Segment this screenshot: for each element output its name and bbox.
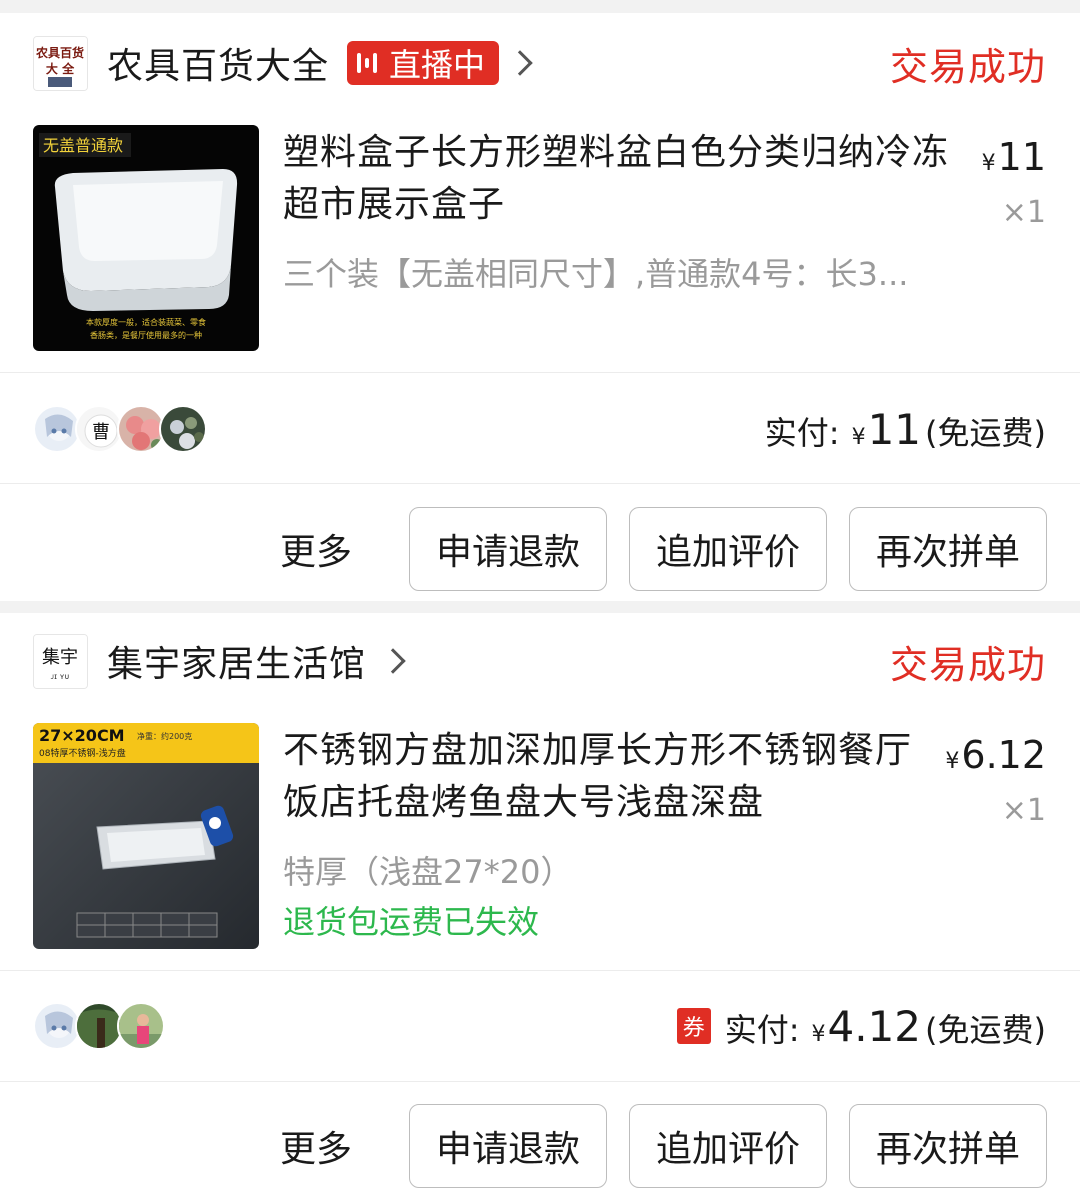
more-button[interactable]: 更多 [280,1120,352,1172]
avatar [75,1002,123,1050]
refund-button[interactable]: 申请退款 [409,507,607,591]
svg-text:曹: 曹 [92,422,110,443]
avatar: 曹 [75,405,123,453]
group-avatars[interactable]: 曹 [33,405,207,453]
product-thumbnail[interactable]: 无盖普通款 本款厚度一般，适合装蔬菜、零食 香肠类，是餐厅使用最多的一种 [33,125,259,351]
svg-text:27×20CM: 27×20CM [39,726,125,745]
refund-button[interactable]: 申请退款 [409,1104,607,1188]
svg-text:08特厚不锈钢-浅方盘: 08特厚不锈钢-浅方盘 [39,747,126,759]
quantity: ×1 [1001,195,1046,230]
divider [0,372,1080,373]
avatar [159,405,207,453]
group-avatars[interactable] [33,1002,165,1050]
product-spec: 三个装【无盖相同尺寸】,普通款4号：长3... [283,255,909,293]
order-card: 集宇 ᴊɪ ʏᴜ 集宇家居生活馆 交易成功 27×20CM 净重：约200克 0… [0,613,1080,1190]
product-thumbnail[interactable]: 27×20CM 净重：约200克 08特厚不锈钢-浅方盘 [33,723,259,949]
shop-logo: 农具百货 大 全 [33,35,88,91]
shop-name[interactable]: 集宇家居生活馆 [107,635,366,687]
svg-text:净重：约200克: 净重：约200克 [137,731,192,741]
avatar [33,1002,81,1050]
divider [0,970,1080,971]
svg-text:农具百货: 农具百货 [35,45,84,60]
svg-text:ᴊɪ ʏᴜ: ᴊɪ ʏᴜ [51,672,70,681]
live-badge[interactable]: 直播中 [347,41,500,85]
product-title[interactable]: 不锈钢方盘加深加厚长方形不锈钢餐厅饭店托盘烤鱼盘大号浅盘深盘 [283,725,923,829]
shop-name[interactable]: 农具百货大全 [107,37,329,89]
live-label: 直播中 [389,46,486,84]
svg-text:无盖普通款: 无盖普通款 [43,136,123,155]
product-spec: 特厚（浅盘27*20） [283,853,573,891]
avatar [117,405,165,453]
paid-amount: 券 实付: ¥ 4.12 (免运费) [676,1002,1046,1051]
payment-row: 券 实付: ¥ 4.12 (免运费) [33,996,1046,1056]
unit-price: ¥11 [981,135,1046,179]
svg-text:大 全: 大 全 [46,61,75,76]
unit-price: ¥6.12 [945,733,1046,777]
chevron-right-icon[interactable] [507,50,533,76]
coupon-icon: 券 [676,1007,711,1044]
paid-amount: 实付: ¥ 11 (免运费) [764,404,1046,454]
add-review-button[interactable]: 追加评价 [629,507,827,591]
product-item[interactable]: 27×20CM 净重：约200克 08特厚不锈钢-浅方盘 不锈钢方盘加深加厚长方… [33,723,1046,949]
shop-header[interactable]: 集宇 ᴊɪ ʏᴜ 集宇家居生活馆 交易成功 [33,633,1046,689]
order-status: 交易成功 [889,642,1046,687]
live-icon [357,53,378,73]
chevron-right-icon[interactable] [380,648,406,674]
return-shipping-notice: 退货包运费已失效 [283,903,540,941]
payment-row: 曹 实付: ¥ 11 (免运费) [33,399,1046,459]
action-bar: 更多 申请退款 追加评价 再次拼单 [280,1103,1047,1189]
action-bar: 更多 申请退款 追加评价 再次拼单 [280,506,1047,592]
reorder-button[interactable]: 再次拼单 [849,1104,1047,1188]
add-review-button[interactable]: 追加评价 [629,1104,827,1188]
divider [0,483,1080,484]
svg-text:集宇: 集宇 [42,647,78,668]
reorder-button[interactable]: 再次拼单 [849,507,1047,591]
product-item[interactable]: 无盖普通款 本款厚度一般，适合装蔬菜、零食 香肠类，是餐厅使用最多的一种 塑料盒… [33,125,1046,351]
shop-logo: 集宇 ᴊɪ ʏᴜ [33,633,88,689]
divider [0,1081,1080,1082]
order-card: 农具百货 大 全 农具百货大全 直播中 交易成功 无盖普通款 本款厚度一般，适合… [0,13,1080,601]
avatar [33,405,81,453]
more-button[interactable]: 更多 [280,523,352,575]
quantity: ×1 [1001,793,1046,828]
svg-text:本款厚度一般，适合装蔬菜、零食: 本款厚度一般，适合装蔬菜、零食 [86,317,206,327]
avatar [117,1002,165,1050]
order-status: 交易成功 [889,44,1046,89]
product-title[interactable]: 塑料盒子长方形塑料盆白色分类归纳冷冻超市展示盒子 [283,127,953,231]
shop-header[interactable]: 农具百货 大 全 农具百货大全 直播中 交易成功 [33,35,1046,91]
svg-text:香肠类，是餐厅使用最多的一种: 香肠类，是餐厅使用最多的一种 [90,330,202,340]
